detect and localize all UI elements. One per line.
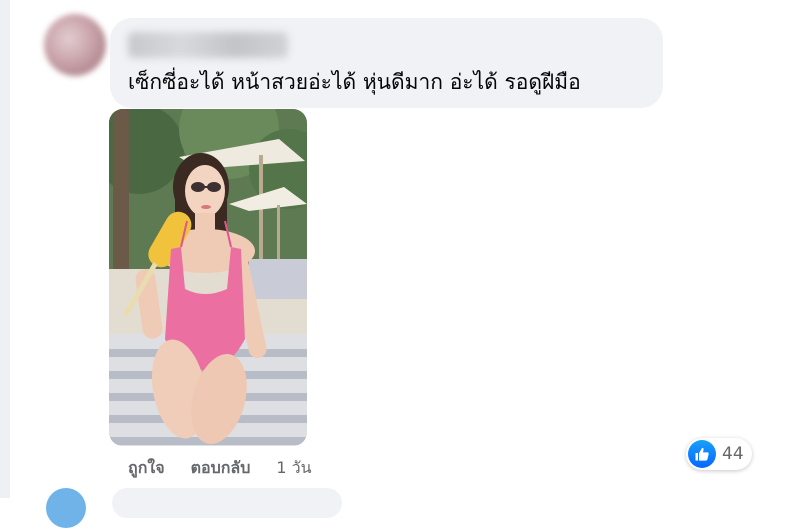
next-comment-bubble	[112, 488, 342, 518]
left-panel-edge	[0, 0, 10, 498]
timestamp[interactable]: 1 วัน	[276, 456, 311, 481]
like-button[interactable]: ถูกใจ	[128, 456, 165, 481]
reaction-count: 44	[722, 444, 744, 464]
comment-photo[interactable]	[109, 109, 307, 446]
next-comment-avatar[interactable]	[46, 488, 86, 528]
comment-text: เซ็กซี่อะได้ หน้าสวยอ่ะได้ หุ่นดีมาก อ่ะ…	[128, 70, 581, 94]
avatar[interactable]	[44, 14, 106, 76]
photo-illustration	[109, 109, 307, 446]
reply-button[interactable]: ตอบกลับ	[191, 456, 251, 481]
thumbs-up-icon	[688, 440, 716, 468]
author-name-blurred[interactable]	[128, 32, 288, 58]
comment-bubble: เซ็กซี่อะได้ หน้าสวยอ่ะได้ หุ่นดีมาก อ่ะ…	[110, 18, 663, 108]
comment-actions: ถูกใจ ตอบกลับ 1 วัน	[128, 456, 312, 481]
reaction-summary[interactable]: 44	[686, 438, 752, 470]
